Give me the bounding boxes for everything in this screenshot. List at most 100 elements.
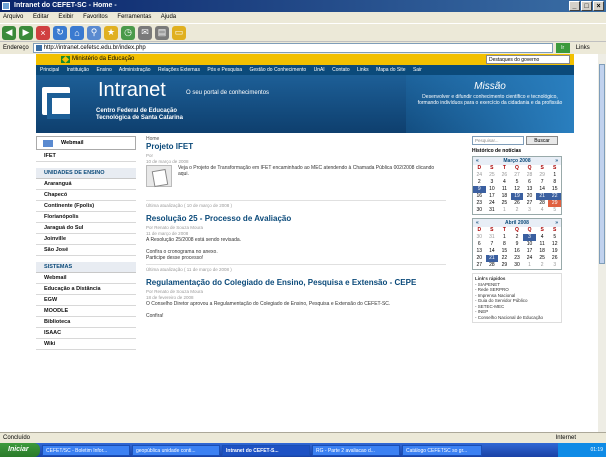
sidebar-item-biblioteca[interactable]: Biblioteca bbox=[36, 317, 136, 328]
calendar-day[interactable]: 24 bbox=[486, 200, 499, 207]
menu-editar[interactable]: Editar bbox=[33, 14, 49, 20]
vertical-scrollbar[interactable] bbox=[598, 54, 606, 432]
calendar-day[interactable]: 13 bbox=[523, 186, 536, 193]
mail-icon[interactable]: ✉ bbox=[138, 25, 152, 40]
calendar-day[interactable]: 10 bbox=[486, 186, 499, 193]
nav-gestao[interactable]: Gestão do Conhecimento bbox=[249, 67, 306, 73]
calendar-day[interactable]: 16 bbox=[511, 248, 524, 255]
calendar-day[interactable]: 21 bbox=[485, 255, 499, 262]
ministry-link[interactable]: Ministério da Educação bbox=[72, 56, 134, 62]
calendar-day[interactable]: 20 bbox=[523, 193, 536, 200]
calendar-day[interactable]: 28 bbox=[536, 200, 549, 207]
sidebar-item-isaac[interactable]: ISAAC bbox=[36, 328, 136, 339]
calendar-day[interactable]: 3 bbox=[486, 179, 499, 186]
nav-pos[interactable]: Pós e Pesquisa bbox=[207, 67, 242, 73]
calendar-day[interactable]: 30 bbox=[511, 262, 524, 269]
minimize-button[interactable]: _ bbox=[569, 1, 580, 11]
nav-sair[interactable]: Sair bbox=[413, 67, 422, 73]
calendar-day[interactable]: 24 bbox=[523, 255, 536, 262]
calendar-day[interactable]: 3 bbox=[548, 262, 561, 269]
next-month-icon[interactable]: » bbox=[555, 219, 558, 227]
quick-link[interactable]: - Conselho Nacional de Educação bbox=[475, 315, 559, 321]
calendar-day[interactable]: 12 bbox=[548, 241, 561, 248]
calendar-day[interactable]: 1 bbox=[498, 234, 511, 241]
scroll-thumb[interactable] bbox=[599, 64, 605, 264]
gov-highlights-select[interactable]: Destaques do governo bbox=[486, 55, 570, 64]
sidebar-item-wiki[interactable]: Wiki bbox=[36, 339, 136, 350]
window-titlebar[interactable]: Intranet do CEFET-SC - Home - _ □ × bbox=[0, 0, 606, 12]
calendar-day[interactable]: 23 bbox=[473, 200, 486, 207]
url-input[interactable]: http://intranet.cefetsc.edu.br/index.php bbox=[32, 43, 553, 53]
prev-month-icon[interactable]: « bbox=[476, 157, 479, 165]
menu-ferramentas[interactable]: Ferramentas bbox=[117, 14, 151, 20]
webmail-button[interactable]: Webmail bbox=[36, 136, 136, 150]
calendar-day[interactable]: 18 bbox=[498, 193, 511, 200]
menu-arquivo[interactable]: Arquivo bbox=[3, 14, 23, 20]
taskbar-item[interactable]: RG - Parte 2 avaliacao d... bbox=[312, 444, 400, 456]
forward-icon[interactable]: ▶ bbox=[19, 25, 33, 40]
nav-instituicao[interactable]: Instituição bbox=[67, 67, 90, 73]
calendar-day[interactable]: 16 bbox=[473, 193, 486, 200]
sidebar-item-continente[interactable]: Continente (Fpolis) bbox=[36, 201, 136, 212]
nav-relacoes[interactable]: Relações Externas bbox=[158, 67, 200, 73]
home-icon[interactable]: ⌂ bbox=[70, 25, 84, 40]
search-icon[interactable]: ⚲ bbox=[87, 25, 101, 40]
taskbar-item[interactable]: Catálogo CEFETSC so gr... bbox=[402, 444, 482, 456]
close-button[interactable]: × bbox=[593, 1, 604, 11]
calendar-day[interactable]: 31 bbox=[486, 234, 499, 241]
calendar-day[interactable]: 27 bbox=[523, 200, 536, 207]
calendar-day[interactable]: 28 bbox=[486, 262, 499, 269]
prev-month-icon[interactable]: « bbox=[476, 219, 479, 227]
calendar-day[interactable]: 3 bbox=[523, 234, 536, 241]
nav-administracao[interactable]: Administração bbox=[119, 67, 151, 73]
nav-principal[interactable]: Principal bbox=[40, 67, 59, 73]
calendar-day[interactable]: 23 bbox=[511, 255, 524, 262]
calendar-day[interactable]: 18 bbox=[536, 248, 549, 255]
menu-favoritos[interactable]: Favoritos bbox=[83, 14, 108, 20]
sidebar-item-jaragua[interactable]: Jaraguá do Sul bbox=[36, 223, 136, 234]
calendar-day[interactable]: 31 bbox=[486, 207, 499, 214]
calendar-day[interactable]: 15 bbox=[548, 186, 561, 193]
stop-icon[interactable]: × bbox=[36, 25, 50, 40]
calendar-day[interactable]: 15 bbox=[498, 248, 511, 255]
favorites-icon[interactable]: ★ bbox=[104, 25, 118, 40]
calendar-day[interactable]: 19 bbox=[510, 193, 524, 200]
start-button[interactable]: Iniciar bbox=[0, 443, 40, 457]
sidebar-item-sao-jose[interactable]: São José bbox=[36, 245, 136, 256]
taskbar-item-active[interactable]: Intranet do CEFET-S... bbox=[222, 444, 310, 456]
calendar-day[interactable]: 19 bbox=[548, 248, 561, 255]
calendar-day[interactable]: 30 bbox=[473, 207, 486, 214]
calendar-day[interactable]: 29 bbox=[536, 172, 549, 179]
post-title[interactable]: Resolução 25 - Processo de Avaliação bbox=[146, 214, 446, 223]
calendar-day[interactable]: 9 bbox=[511, 241, 524, 248]
nav-unai[interactable]: UnAI bbox=[314, 67, 325, 73]
calendar-day[interactable]: 5 bbox=[511, 179, 524, 186]
calendar-day[interactable]: 4 bbox=[498, 179, 511, 186]
calendar-day[interactable]: 26 bbox=[511, 200, 524, 207]
sidebar-item-egw[interactable]: EGW bbox=[36, 295, 136, 306]
calendar-day[interactable]: 14 bbox=[536, 186, 549, 193]
calendar-day[interactable]: 4 bbox=[536, 207, 549, 214]
calendar-day[interactable]: 25 bbox=[536, 255, 549, 262]
history-icon[interactable]: ◷ bbox=[121, 25, 135, 40]
search-input[interactable]: Pesquisar... bbox=[472, 136, 524, 145]
calendar-day[interactable]: 22 bbox=[498, 255, 511, 262]
post-title[interactable]: Regulamentação do Colegiado de Ensino, P… bbox=[146, 278, 446, 287]
calendar-day[interactable]: 11 bbox=[536, 241, 549, 248]
nav-contato[interactable]: Contato bbox=[332, 67, 350, 73]
calendar-day[interactable]: 27 bbox=[473, 262, 486, 269]
nav-ensino[interactable]: Ensino bbox=[96, 67, 111, 73]
calendar-day[interactable]: 1 bbox=[548, 172, 561, 179]
sidebar-item-ifet[interactable]: IFET bbox=[36, 151, 136, 162]
calendar-day[interactable]: 1 bbox=[523, 262, 536, 269]
sidebar-item-florianopolis[interactable]: Florianópolis bbox=[36, 212, 136, 223]
calendar-day[interactable]: 29 bbox=[498, 262, 511, 269]
calendar-day[interactable]: 3 bbox=[523, 207, 536, 214]
go-button[interactable]: Ir bbox=[555, 43, 570, 53]
calendar-day[interactable]: 8 bbox=[548, 179, 561, 186]
calendar-day[interactable]: 22 bbox=[548, 193, 561, 200]
calendar-day[interactable]: 26 bbox=[498, 172, 511, 179]
calendar-day[interactable]: 4 bbox=[536, 234, 549, 241]
taskbar-item[interactable]: CEFET/SC - Boletim Infor... bbox=[42, 444, 130, 456]
folder-icon[interactable]: ▭ bbox=[172, 25, 186, 40]
